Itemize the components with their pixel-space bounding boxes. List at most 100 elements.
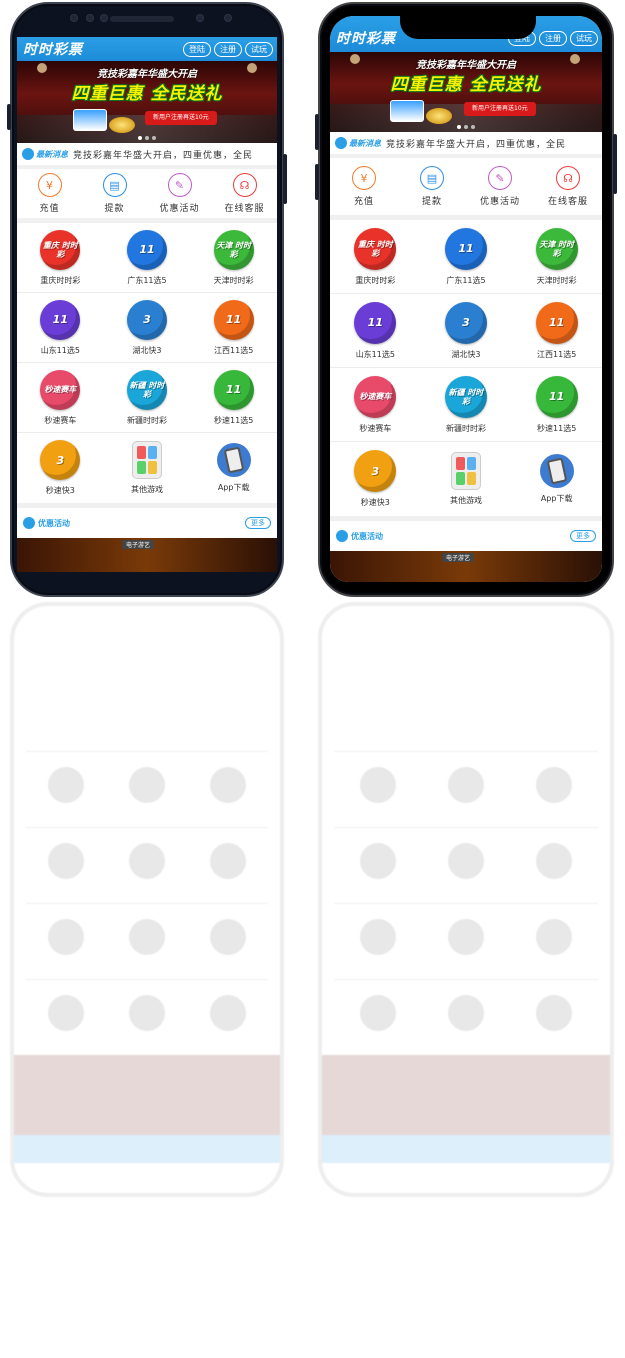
app-header: 时时彩票 登陆 注册 试玩 [17,37,277,61]
reflection-row [26,903,268,971]
game-label: 广东11选5 [446,275,486,285]
game-jiangxi-11x5[interactable]: 11 江西11选5 [190,293,277,363]
game-label: 秒速11选5 [214,415,254,425]
trial-button[interactable]: 试玩 [245,41,273,57]
quick-action-support[interactable]: ☊ 在线客服 [212,169,277,218]
register-button[interactable]: 注册 [539,30,567,46]
quick-action-label: 在线客服 [547,197,588,207]
game-label: 湖北快3 [451,349,481,359]
quick-action-promotions[interactable]: ✎ 优惠活动 [147,169,212,218]
quick-action-withdraw[interactable]: ▤ 提款 [398,158,466,215]
app-screen: 时时彩票 登陆 注册 试玩 竞技彩嘉年华盛大开启 四重巨惠 全民送礼 新用户注册… [17,37,277,572]
carousel-dot[interactable] [145,136,149,140]
game-label: 秒速赛车 [44,415,77,425]
game-logo-icon: 11 [535,375,578,418]
game-xinjiang-ssc[interactable]: 新疆 时时彩 新疆时时彩 [420,368,512,442]
more-button[interactable]: 更多 [245,517,271,529]
game-tianjin-ssc[interactable]: 天津 时时彩 天津时时彩 [511,220,602,294]
headset-icon: ☊ [232,173,257,197]
phone-top-bezel [12,12,282,32]
game-miaosu-11x5[interactable]: 11 秒速11选5 [511,368,602,442]
game-jiangxi-11x5[interactable]: 11 江西11选5 [511,294,602,368]
game-label: 江西11选5 [537,349,577,359]
game-miaosu-k3[interactable]: 3 秒速快3 [17,433,104,503]
game-label: 其他游戏 [130,485,163,494]
carousel-dot[interactable] [152,136,156,140]
game-label: 山东11选5 [40,345,80,355]
quick-action-support[interactable]: ☊ 在线客服 [534,158,602,215]
game-grid: 重庆 时时彩 重庆时时彩 11 广东11选5 天津 时时彩 天津时时彩 11 山东11选… [330,220,602,521]
game-logo-icon: 11 [213,369,254,410]
carousel-dot[interactable] [138,136,142,140]
game-hubei-k3[interactable]: 3 湖北快3 [420,294,512,368]
game-logo-icon: 11 [444,227,487,270]
speaker-grille [110,16,174,22]
news-ticker[interactable]: 最新消息 竞技彩嘉年华盛大开启，四重优惠，全民 [17,143,277,169]
news-ticker[interactable]: 最新消息 竞技彩嘉年华盛大开启，四重优惠，全民 [330,132,602,158]
sensor-dot [100,14,108,22]
game-other[interactable]: 其他游戏 [104,433,191,503]
app-screen: 时时彩票 登陆 注册 试玩 竞技彩嘉年华盛大开启 四重巨惠 全民送礼 新用户注册… [330,16,602,582]
more-button[interactable]: 更多 [570,530,596,542]
promotion-banner[interactable]: 电子游艺 [17,538,277,572]
game-logo-icon: 秒速赛车 [40,369,81,410]
game-miaosu-k3[interactable]: 3 秒速快3 [330,442,421,516]
power-button [283,154,287,204]
coins-image [426,108,452,124]
game-label: 重庆时时彩 [355,275,396,285]
game-tianjin-ssc[interactable]: 天津 时时彩 天津时时彩 [190,223,277,293]
game-miaosu-racing[interactable]: 秒速赛车 秒速赛车 [17,363,104,433]
game-guangdong-11x5[interactable]: 11 广东11选5 [420,220,512,294]
promotion-banner[interactable]: 电子游艺 [330,551,602,582]
game-chongqing-ssc[interactable]: 重庆 时时彩重庆时时彩 [17,223,104,293]
yuan-icon: ¥ [352,166,376,190]
game-logo-icon: 新疆 时时彩 [126,369,167,410]
game-other[interactable]: 其他游戏 [421,442,512,516]
gift-icon [336,530,348,542]
carousel-dot[interactable] [457,125,461,129]
login-button[interactable]: 登陆 [183,41,211,57]
game-xinjiang-ssc[interactable]: 新疆 时时彩 新疆时时彩 [103,363,191,433]
quick-action-deposit[interactable]: ¥ 充值 [17,169,82,218]
game-shandong-11x5[interactable]: 11 山东11选5 [330,294,421,368]
phone-mockup-left: 时时彩票 登陆 注册 试玩 竞技彩嘉年华盛大开启 四重巨惠 全民送礼 新用户注册… [7,2,287,597]
app-download[interactable]: App下载 [190,433,277,503]
reflection-row [26,827,268,895]
phone-reflection-left [10,602,284,1197]
game-logo-icon: 11 [126,229,167,270]
trial-button[interactable]: 试玩 [570,30,598,46]
game-label: 新疆时时彩 [445,423,486,433]
reflection-row [26,979,268,1047]
news-label: 最新消息 [36,149,68,159]
game-miaosu-11x5[interactable]: 11 秒速11选5 [190,363,277,433]
yuan-icon: ¥ [37,173,62,197]
promo-banner[interactable]: 竞技彩嘉年华盛大开启 四重巨惠 全民送礼 新用户注册再送10元 [330,52,602,132]
quick-action-label: 提款 [104,204,125,214]
promo-banner[interactable]: 竞技彩嘉年华盛大开启 四重巨惠 全民送礼 新用户注册再送10元 [17,61,277,143]
game-hubei-k3[interactable]: 3 湖北快3 [103,293,191,363]
promotions-section-header: 优惠活动 更多 [330,521,602,551]
broadcast-icon [335,137,347,149]
carousel-dots[interactable] [138,136,156,140]
game-miaosu-racing[interactable]: 秒速赛车 秒速赛车 [330,368,421,442]
carousel-dot[interactable] [464,125,468,129]
game-label: 广东11选5 [127,275,167,285]
banner-headline: 竞技彩嘉年华盛大开启 [97,69,197,80]
quick-action-deposit[interactable]: ¥ 充值 [330,158,398,215]
quick-action-withdraw[interactable]: ▤ 提款 [82,169,147,218]
game-shandong-11x5[interactable]: 11 山东11选5 [17,293,104,363]
game-grid: 重庆 时时彩 重庆时时彩 11 广东11选5 天津 时时彩 天津时时彩 11 山东11选… [17,223,277,508]
sensor-dot [224,14,232,22]
carousel-dots[interactable] [457,125,475,129]
register-button[interactable]: 注册 [214,41,242,57]
game-guangdong-11x5[interactable]: 11 广东11选5 [103,223,191,293]
game-chongqing-ssc[interactable]: 重庆 时时彩 重庆时时彩 [330,220,421,294]
carousel-dot[interactable] [471,125,475,129]
game-logo-icon: 重庆 时时彩 [40,229,81,270]
news-text: 竞技彩嘉年华盛大开启，四重优惠，全民 [386,139,567,150]
mobile-phone-icon [539,454,574,488]
app-download[interactable]: App下载 [511,442,602,516]
quick-action-promotions[interactable]: ✎ 优惠活动 [466,158,534,215]
reflection-frame [318,602,614,1197]
game-label: 重庆时时彩 [40,275,81,285]
